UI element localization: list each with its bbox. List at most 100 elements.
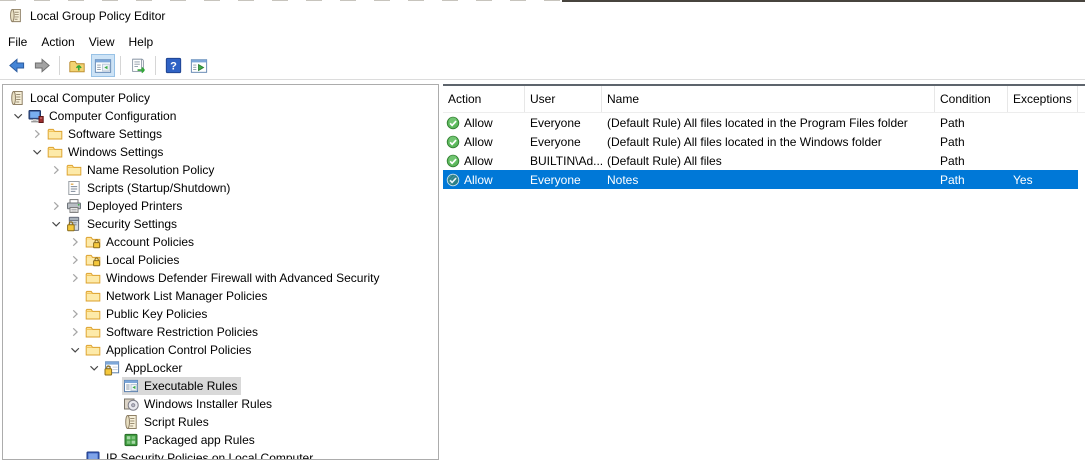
tree-item-label: Application Control Policies [105, 343, 252, 357]
tree-item-packaged-app-rules[interactable]: Packaged app Rules [3, 431, 438, 449]
expander-expanded-icon[interactable] [66, 342, 84, 358]
column-header-exceptions[interactable]: Exceptions [1008, 86, 1078, 112]
cell-action: Allow [443, 116, 525, 130]
menu-view[interactable]: View [82, 32, 122, 52]
forward-button[interactable] [30, 54, 54, 77]
tree-item-applocker[interactable]: AppLocker [3, 359, 438, 377]
tree-item-windows-defender-firewall-with-advanced-security[interactable]: Windows Defender Firewall with Advanced … [3, 269, 438, 287]
allow-check-icon [446, 116, 460, 130]
tree-item-network-list-manager-policies[interactable]: Network List Manager Policies [3, 287, 438, 305]
cell-user: Everyone [525, 135, 602, 149]
rule-row[interactable]: AllowEveryone(Default Rule) All files lo… [443, 113, 1078, 132]
expander-collapsed-icon[interactable] [66, 324, 84, 340]
expander-expanded-icon[interactable] [28, 144, 46, 160]
tree-item-local-computer-policy[interactable]: Local Computer Policy [3, 89, 438, 107]
up-one-level-button[interactable] [65, 54, 89, 77]
gpo-scroll-icon [9, 90, 25, 106]
menu-file[interactable]: File [1, 32, 34, 52]
menu-help[interactable]: Help [122, 32, 161, 52]
expander-placeholder [104, 396, 122, 412]
rule-row[interactable]: AllowEveryoneNotesPathYes [443, 170, 1078, 189]
expander-expanded-icon[interactable] [9, 108, 27, 124]
screen-edge-artifact [0, 0, 562, 1]
back-button[interactable] [4, 54, 28, 77]
tree-item-label: Windows Defender Firewall with Advanced … [105, 271, 380, 285]
tree-item-application-control-policies[interactable]: Application Control Policies [3, 341, 438, 359]
tree-item-label: Computer Configuration [48, 109, 177, 123]
expander-collapsed-icon[interactable] [66, 234, 84, 250]
tree-item-label: AppLocker [124, 361, 183, 375]
expander-collapsed-icon[interactable] [66, 306, 84, 322]
tree-item-label: Executable Rules [143, 379, 238, 393]
help-icon: ? [165, 57, 182, 74]
expander-expanded-icon[interactable] [47, 216, 65, 232]
folder-up-icon [68, 57, 86, 75]
cell-action: Allow [443, 173, 525, 187]
tree-item-label: Name Resolution Policy [86, 163, 215, 177]
column-header-action[interactable]: Action [443, 86, 525, 112]
action-label: Allow [464, 154, 493, 168]
toolbar-divider [0, 79, 1085, 80]
tree-item-account-policies[interactable]: Account Policies [3, 233, 438, 251]
tree-item-security-settings[interactable]: Security Settings [3, 215, 438, 233]
action-label: Allow [464, 116, 493, 130]
folder-icon [85, 342, 101, 358]
folder-icon [85, 306, 101, 322]
folder-icon [66, 162, 82, 178]
cell-condition: Path [935, 173, 1008, 187]
expander-collapsed-icon[interactable] [66, 252, 84, 268]
cell-condition: Path [935, 154, 1008, 168]
rule-row[interactable]: AllowBUILTIN\Ad...(Default Rule) All fil… [443, 151, 1078, 170]
tree-item-local-policies[interactable]: Local Policies [3, 251, 438, 269]
tree-item-label: Account Policies [105, 235, 195, 249]
column-header-condition[interactable]: Condition [935, 86, 1008, 112]
export-list-button[interactable] [126, 54, 150, 77]
folder-icon [85, 324, 101, 340]
show-window-button[interactable] [187, 54, 211, 77]
tree-item-label: Windows Settings [67, 145, 164, 159]
tree-item-scripts-startup-shutdown[interactable]: Scripts (Startup/Shutdown) [3, 179, 438, 197]
tree-item-software-restriction-policies[interactable]: Software Restriction Policies [3, 323, 438, 341]
tree-item-windows-installer-rules[interactable]: Windows Installer Rules [3, 395, 438, 413]
cell-action: Allow [443, 135, 525, 149]
expander-placeholder [66, 288, 84, 304]
printer-icon [66, 198, 82, 214]
gpo-scroll-icon [8, 8, 23, 24]
cell-user: BUILTIN\Ad... [525, 154, 602, 168]
column-header-name[interactable]: Name [602, 86, 935, 112]
tree-item-label: Local Computer Policy [29, 91, 151, 105]
cell-action: Allow [443, 154, 525, 168]
cell-user: Everyone [525, 116, 602, 130]
tree-item-windows-settings[interactable]: Windows Settings [3, 143, 438, 161]
tree-item-label: IP Security Policies on Local Computer [105, 451, 314, 460]
column-header-user[interactable]: User [525, 86, 602, 112]
tree-item-public-key-policies[interactable]: Public Key Policies [3, 305, 438, 323]
show-console-tree-button[interactable] [91, 54, 115, 77]
help-button[interactable]: ? [161, 54, 185, 77]
expander-placeholder [47, 180, 65, 196]
console-tree-panel: Local Computer Policy Computer Configurat… [2, 84, 439, 460]
folder-lock-icon [85, 234, 101, 250]
tree-item-deployed-printers[interactable]: Deployed Printers [3, 197, 438, 215]
rule-row[interactable]: AllowEveryone(Default Rule) All files lo… [443, 132, 1078, 151]
allow-check-icon [446, 135, 460, 149]
expander-collapsed-icon[interactable] [28, 126, 46, 142]
cell-name: (Default Rule) All files located in the … [602, 135, 935, 149]
tree-item-name-resolution-policy[interactable]: Name Resolution Policy [3, 161, 438, 179]
expander-collapsed-icon[interactable] [47, 198, 65, 214]
screen-edge-artifact [562, 0, 1085, 2]
cell-user: Everyone [525, 173, 602, 187]
svg-text:?: ? [170, 60, 177, 72]
tree-item-computer-configuration[interactable]: Computer Configuration [3, 107, 438, 125]
tree-item-executable-rules[interactable]: Executable Rules [3, 377, 438, 395]
tree-item-software-settings[interactable]: Software Settings [3, 125, 438, 143]
expander-collapsed-icon[interactable] [47, 162, 65, 178]
menu-bar: FileActionViewHelp [0, 31, 160, 53]
expander-collapsed-icon[interactable] [66, 270, 84, 286]
expander-expanded-icon[interactable] [85, 360, 103, 376]
expander-placeholder [104, 432, 122, 448]
tree-item-script-rules[interactable]: Script Rules [3, 413, 438, 431]
gpo-scroll-icon [123, 414, 139, 430]
menu-action[interactable]: Action [34, 32, 81, 52]
export-list-icon [129, 57, 147, 75]
